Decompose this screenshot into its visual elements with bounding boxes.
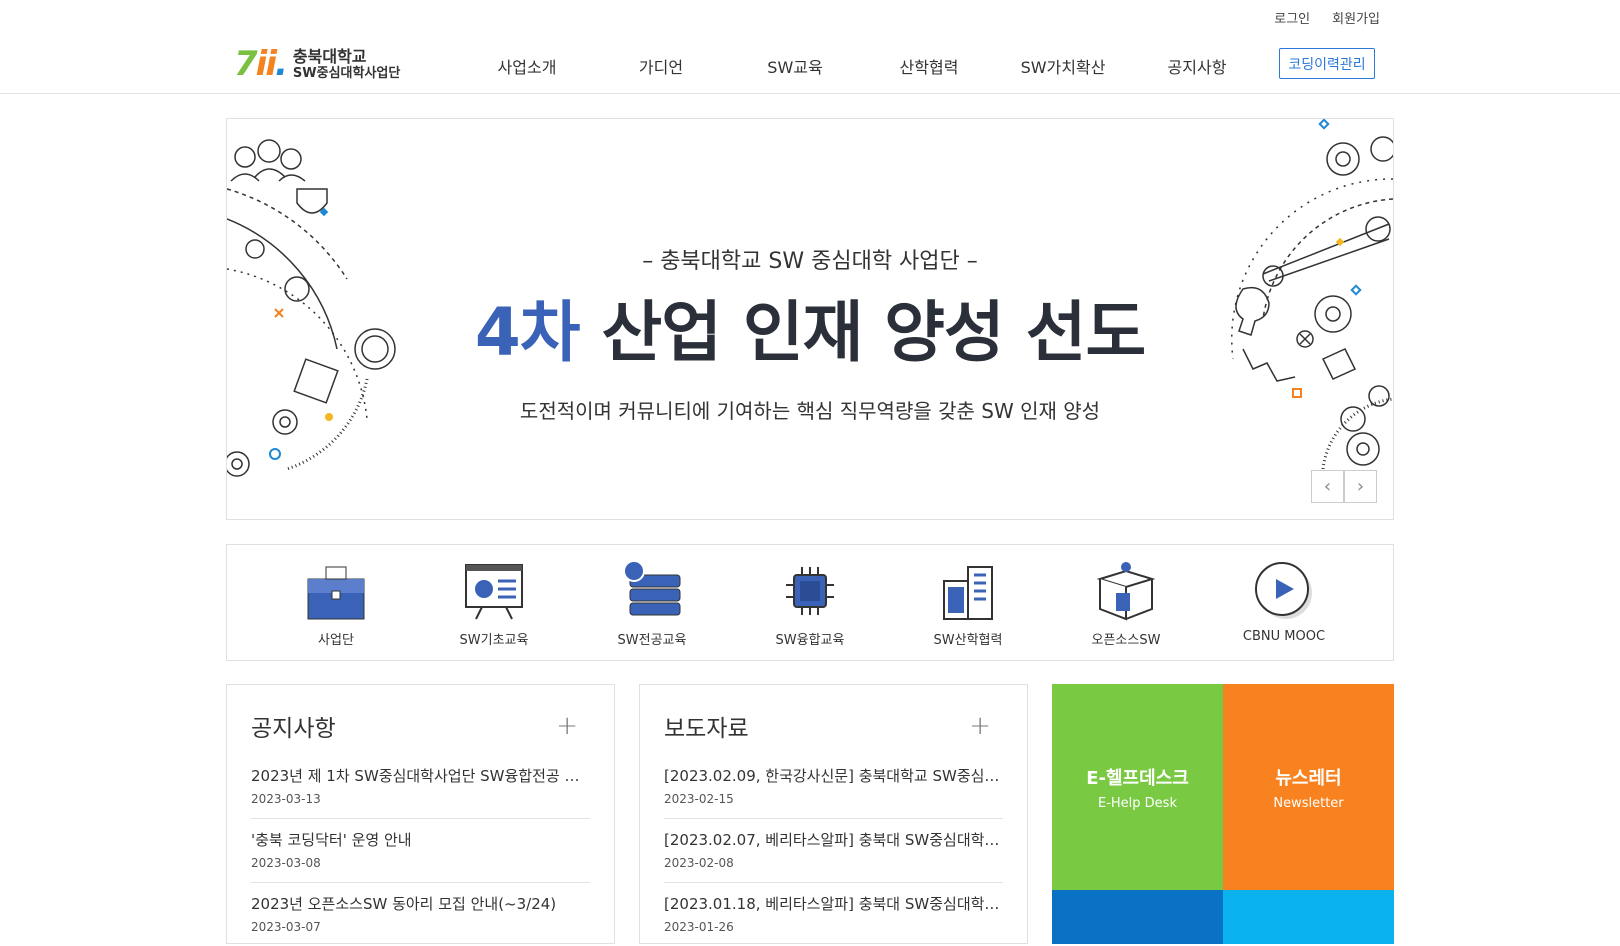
list-item[interactable]: [2023.01.18, 베리타스알파] 충북대 SW중심대학사... 2023-… bbox=[664, 883, 1003, 946]
open-box-icon bbox=[1096, 562, 1156, 621]
briefcase-icon bbox=[307, 566, 365, 620]
top-bar: 로그인 회원가입 bbox=[0, 0, 1620, 36]
list-item[interactable]: 2023년 오픈소스SW 동아리 모집 안내(~3/24) 2023-03-07 bbox=[251, 883, 590, 946]
quick-links: 사업단 SW기초교육 SW전공교육 SW융합교육 SW산학협력 오픈소스SW C… bbox=[226, 544, 1394, 661]
notice-more-button[interactable]: + bbox=[556, 711, 578, 741]
banner-description: 도전적이며 커뮤니티에 기여하는 핵심 직무역량을 갖춘 SW 인재 양성 bbox=[519, 399, 1101, 423]
list-item[interactable]: 2023년 제 1차 SW중심대학사업단 SW융합전공 간... 2023-03-… bbox=[251, 755, 590, 819]
quick-link-label: 오픈소스SW bbox=[1091, 633, 1161, 648]
quick-link-label: 사업단 bbox=[318, 633, 354, 648]
press-list: [2023.02.09, 한국강사신문] 충북대학교 SW중심대... 2023-… bbox=[664, 755, 1003, 946]
quick-link-open-source[interactable]: 오픈소스SW bbox=[1066, 545, 1186, 660]
banner-subtitle: – 충북대학교 SW 중심대학 사업단 – bbox=[642, 249, 978, 274]
presentation-board-icon bbox=[465, 564, 523, 620]
logo-line2: SW중심대학사업단 bbox=[292, 65, 401, 81]
main-banner: – 충북대학교 SW 중심대학 사업단 – 4차 산업 인재 양성 선도 도전적… bbox=[226, 118, 1394, 520]
notice-title: 공지사항 bbox=[251, 716, 336, 742]
quick-link-sw-basic[interactable]: SW기초교육 bbox=[434, 545, 554, 660]
list-item[interactable]: [2023.02.07, 베리타스알파] 충북대 SW중심대학사... 2023-… bbox=[664, 819, 1003, 883]
nav-about[interactable]: 사업소개 bbox=[460, 54, 594, 78]
slider-next-button[interactable]: › bbox=[1344, 470, 1377, 503]
quick-link-sw-industry[interactable]: SW산학협력 bbox=[908, 545, 1028, 660]
top-links: 로그인 회원가입 bbox=[1274, 8, 1380, 27]
play-icon bbox=[1255, 562, 1312, 619]
cyan-tile[interactable] bbox=[1223, 890, 1394, 944]
chip-icon bbox=[786, 567, 834, 615]
quick-link-mooc[interactable]: CBNU MOOC bbox=[1224, 545, 1344, 660]
slider-prev-button[interactable]: ‹ bbox=[1311, 470, 1344, 503]
nav-guardian[interactable]: 가디언 bbox=[594, 54, 728, 78]
notice-board: 공지사항 + 2023년 제 1차 SW중심대학사업단 SW융합전공 간... 2… bbox=[226, 684, 615, 944]
coding-history-button[interactable]: 코딩이력관리 bbox=[1279, 48, 1375, 79]
list-item[interactable]: [2023.02.09, 한국강사신문] 충북대학교 SW중심대... 2023-… bbox=[664, 755, 1003, 819]
quick-link-business[interactable]: 사업단 bbox=[276, 545, 396, 660]
login-link[interactable]: 로그인 bbox=[1274, 8, 1310, 27]
server-stack-icon bbox=[623, 561, 681, 616]
nav-industry[interactable]: 산학협력 bbox=[862, 54, 996, 78]
blue-tile[interactable] bbox=[1052, 890, 1223, 944]
quick-link-label: SW전공교육 bbox=[617, 633, 687, 648]
logo-line1: 충북대학교 bbox=[292, 46, 367, 66]
slider-nav: ‹ › bbox=[1311, 470, 1377, 503]
press-title: 보도자료 bbox=[664, 716, 749, 742]
banner-headline: 4차 산업 인재 양성 선도 bbox=[227, 279, 1393, 375]
nav-sw-education[interactable]: SW교육 bbox=[728, 54, 862, 78]
quick-link-sw-convergence[interactable]: SW융합교육 bbox=[750, 545, 870, 660]
quick-link-label: CBNU MOOC bbox=[1242, 629, 1326, 644]
header: 7ii. 충북대학교 SW중심대학사업단 사업소개 가디언 SW교육 산학협력 … bbox=[0, 36, 1620, 94]
quick-link-label: SW융합교육 bbox=[775, 633, 845, 648]
quick-link-label: SW기초교육 bbox=[459, 633, 529, 648]
banner-headline-rest: 산업 인재 양성 선도 bbox=[601, 294, 1146, 371]
notice-list: 2023년 제 1차 SW중심대학사업단 SW융합전공 간... 2023-03-… bbox=[251, 755, 590, 946]
banner-headline-accent: 4차 bbox=[474, 294, 581, 371]
helpdesk-tile[interactable]: E-헬프데스크 E-Help Desk bbox=[1052, 684, 1223, 890]
press-board: 보도자료 + [2023.02.09, 한국강사신문] 충북대학교 SW중심대.… bbox=[639, 684, 1028, 944]
buildings-icon bbox=[943, 566, 993, 620]
list-item[interactable]: '충북 코딩닥터' 운영 안내 2023-03-08 bbox=[251, 819, 590, 883]
nav-notice[interactable]: 공지사항 bbox=[1130, 54, 1264, 78]
quick-link-label: SW산학협력 bbox=[933, 633, 1003, 648]
quick-tiles: E-헬프데스크 E-Help Desk 뉴스레터 Newsletter bbox=[1052, 684, 1394, 944]
logo-mark-icon: 7ii. bbox=[234, 44, 288, 84]
newsletter-tile[interactable]: 뉴스레터 Newsletter bbox=[1223, 684, 1394, 890]
site-logo[interactable]: 7ii. 충북대학교 SW중심대학사업단 bbox=[234, 44, 400, 84]
signup-link[interactable]: 회원가입 bbox=[1332, 8, 1380, 27]
nav-sw-value[interactable]: SW가치확산 bbox=[996, 54, 1130, 78]
logo-text: 충북대학교 SW중심대학사업단 bbox=[293, 47, 400, 82]
main-nav: 사업소개 가디언 SW교육 산학협력 SW가치확산 공지사항 bbox=[460, 54, 1264, 78]
quick-link-sw-major[interactable]: SW전공교육 bbox=[592, 545, 712, 660]
press-more-button[interactable]: + bbox=[969, 711, 991, 741]
